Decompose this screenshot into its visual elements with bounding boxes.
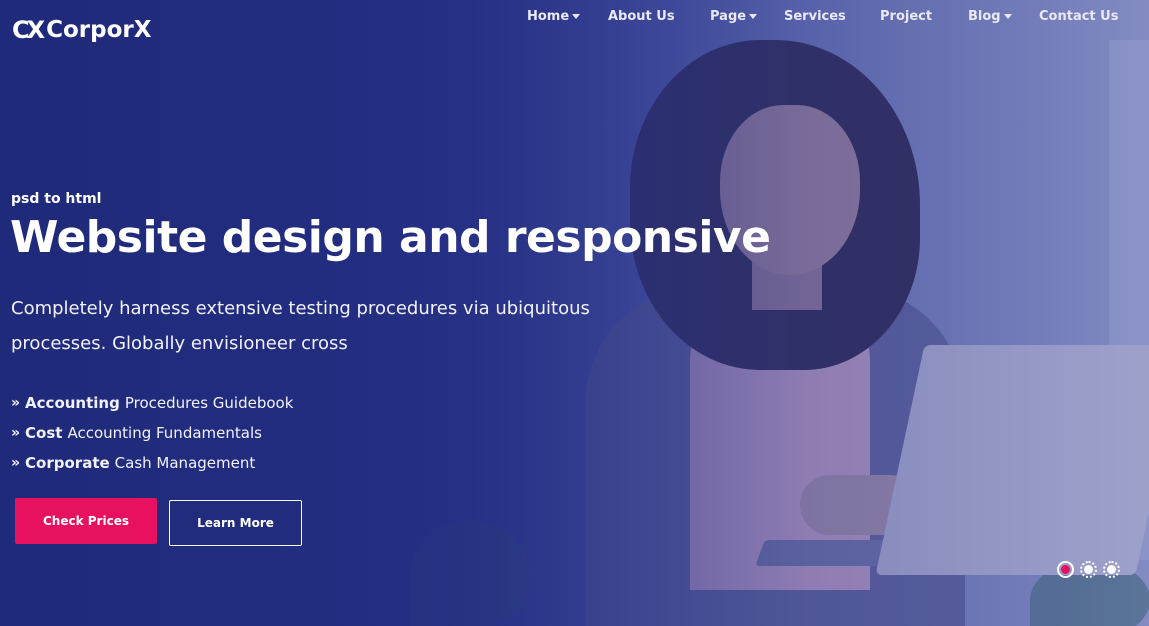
nav-item-label: Page bbox=[710, 8, 747, 24]
check-prices-button[interactable]: Check Prices bbox=[15, 498, 157, 544]
nav-item-home[interactable]: Home bbox=[527, 8, 581, 24]
slider-pagination bbox=[1057, 561, 1120, 578]
slider-dot-inner bbox=[1107, 565, 1116, 574]
logo-mark: CX bbox=[12, 16, 45, 44]
hero-section: CX CorporX Home About Us Page Services Proje… bbox=[0, 0, 1149, 626]
feature-text: Procedures Guidebook bbox=[124, 394, 294, 412]
slider-dot-inner bbox=[1061, 565, 1070, 574]
feature-strong: Corporate bbox=[25, 454, 110, 472]
hero-headline: Website design and responsive bbox=[10, 212, 771, 263]
logo-text: CorporX bbox=[46, 17, 152, 43]
feature-text: Cash Management bbox=[114, 454, 256, 472]
nav-item-blog[interactable]: Blog bbox=[968, 9, 1012, 24]
slider-dot[interactable] bbox=[1057, 561, 1074, 578]
nav-item-label: About Us bbox=[608, 8, 675, 24]
learn-more-button[interactable]: Learn More bbox=[169, 500, 302, 546]
feature-list: » Accounting Procedures Guidebook » Cost… bbox=[11, 388, 293, 478]
double-chevron-right-icon: » bbox=[11, 395, 20, 411]
nav-item-project[interactable]: Project bbox=[880, 9, 932, 24]
caret-down-icon bbox=[1003, 13, 1012, 19]
nav-item-label: Home bbox=[527, 8, 570, 24]
nav-item-contact-us[interactable]: Contact Us bbox=[1039, 9, 1118, 24]
slider-dot-inner bbox=[1084, 565, 1093, 574]
feature-text: Accounting Fundamentals bbox=[67, 424, 262, 442]
hero-eyebrow: psd to html bbox=[11, 191, 102, 207]
double-chevron-right-icon: » bbox=[11, 455, 20, 471]
nav-item-about-us[interactable]: About Us bbox=[608, 9, 675, 24]
nav-item-services[interactable]: Services bbox=[784, 9, 846, 24]
caret-down-icon bbox=[749, 13, 758, 19]
nav-item-page[interactable]: Page bbox=[710, 8, 758, 24]
site-logo[interactable]: CX CorporX bbox=[12, 16, 152, 44]
slider-dot[interactable] bbox=[1080, 561, 1097, 578]
hero-description: Completely harness extensive testing pro… bbox=[11, 298, 590, 354]
list-item: » Corporate Cash Management bbox=[11, 448, 293, 478]
feature-strong: Cost bbox=[25, 424, 63, 442]
feature-strong: Accounting bbox=[25, 394, 120, 412]
site-header: CX CorporX Home About Us Page Services Proje… bbox=[0, 0, 1149, 56]
caret-down-icon bbox=[572, 13, 581, 19]
list-item: » Cost Accounting Fundamentals bbox=[11, 418, 293, 448]
double-chevron-right-icon: » bbox=[11, 425, 20, 441]
nav-item-label: Project bbox=[880, 8, 933, 24]
nav-item-label: Contact Us bbox=[1039, 8, 1119, 24]
nav-item-label: Blog bbox=[968, 8, 1001, 24]
slider-dot[interactable] bbox=[1103, 561, 1120, 578]
list-item: » Accounting Procedures Guidebook bbox=[11, 388, 293, 418]
nav-item-label: Services bbox=[784, 8, 846, 24]
